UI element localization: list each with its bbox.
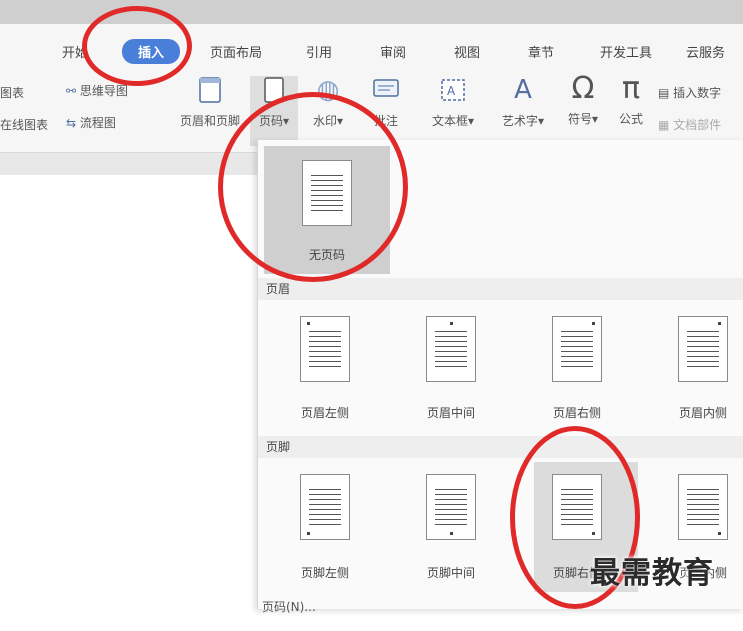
wordart-icon: A [514,75,532,105]
page-number-icon [259,76,289,104]
tab-start[interactable]: 开始 [62,42,88,61]
tab-view[interactable]: 视图 [454,42,480,61]
ribbon: 开始 插入 页面布局 引用 审阅 视图 章节 开发工具 云服务 图表 在线图表 … [0,24,743,153]
watermark-button[interactable]: ◍ 水印▾ [300,75,356,129]
header-footer-icon [195,76,225,104]
footer-section-title: 页脚 [258,436,743,458]
mindmap-button[interactable]: ⚯ 思维导图 [66,82,128,99]
header-footer-label: 页眉和页脚 [179,114,240,128]
header-right-thumb-icon [552,316,602,382]
insert-number-button[interactable]: ▤ 插入数字 [658,84,721,101]
page-number-settings-item[interactable]: 页码(N)... [262,598,316,615]
footer-center-label: 页脚中间 [426,566,475,580]
textbox-button[interactable]: A 文本框▾ [420,76,486,129]
textbox-label: 文本框▾ [431,114,475,128]
mindmap-icon: ⚯ [66,84,77,98]
symbol-label: 符号▾ [567,112,599,126]
textbox-icon: A [438,76,468,104]
footer-center-thumb-icon [426,474,476,540]
header-inside-label: 页眉内侧 [678,406,727,420]
online-chart-button[interactable]: 在线图表 [0,116,48,133]
header-center-label: 页眉中间 [426,406,475,420]
header-center-thumb-icon [426,316,476,382]
watermark-icon: ◍ [316,75,340,105]
header-inside-thumb-icon [678,316,728,382]
comment-button[interactable]: 批注 [356,76,416,129]
header-left-thumb-icon [300,316,350,382]
flowchart-button[interactable]: ⇆ 流程图 [66,114,116,131]
comment-label: 批注 [373,114,398,128]
header-left-label: 页眉左侧 [300,406,349,420]
watermark-logo: 最需教育 [590,556,714,591]
tab-insert[interactable]: 插入 [122,39,181,64]
doc-part-label: 文档部件 [673,118,722,132]
formula-button[interactable]: π 公式 [608,70,654,127]
tab-developer[interactable]: 开发工具 [600,42,652,61]
tab-page-layout[interactable]: 页面布局 [210,42,262,61]
formula-label: 公式 [618,112,643,126]
footer-left-thumb-icon [300,474,350,540]
header-right-label: 页眉右侧 [552,406,601,420]
footer-inside-thumb-icon [678,474,728,540]
pi-icon: π [621,70,641,106]
comment-icon [371,76,401,104]
flowchart-icon: ⇆ [66,116,77,130]
doc-part-button[interactable]: ▦ 文档部件 [658,116,721,133]
chart-button[interactable]: 图表 [0,84,24,101]
header-footer-button[interactable]: 页眉和页脚 [178,76,242,129]
header-section-title: 页眉 [258,278,743,300]
page-number-dropdown: 无页码 页眉 页眉左侧 页眉中间 页眉右侧 页眉内侧 页脚 页脚左侧 页脚中间 … [257,140,743,609]
tab-references[interactable]: 引用 [306,42,332,61]
tab-section[interactable]: 章节 [528,42,554,61]
page-number-button[interactable]: 页码▾ [250,76,298,146]
insert-number-icon: ▤ [658,86,670,100]
omega-icon: Ω [571,70,595,106]
insert-number-label: 插入数字 [673,86,722,100]
page-number-label: 页码▾ [258,114,290,128]
doc-part-icon: ▦ [658,118,670,132]
watermark-label: 水印▾ [312,114,344,128]
no-page-number-option[interactable]: 无页码 [264,146,390,274]
title-bar [0,0,743,24]
wordart-label: 艺术字▾ [501,114,545,128]
flowchart-label: 流程图 [79,116,116,130]
svg-text:A: A [447,84,456,98]
footer-left-label: 页脚左侧 [300,566,349,580]
wordart-button[interactable]: A 艺术字▾ [490,75,556,129]
no-page-number-label: 无页码 [308,248,345,262]
footer-right-thumb-icon [552,474,602,540]
tab-review[interactable]: 审阅 [380,42,406,61]
page-thumbnail-icon [302,160,352,226]
tab-cloud[interactable]: 云服务 [686,42,725,61]
mindmap-label: 思维导图 [79,84,128,98]
symbol-button[interactable]: Ω 符号▾ [558,70,608,127]
